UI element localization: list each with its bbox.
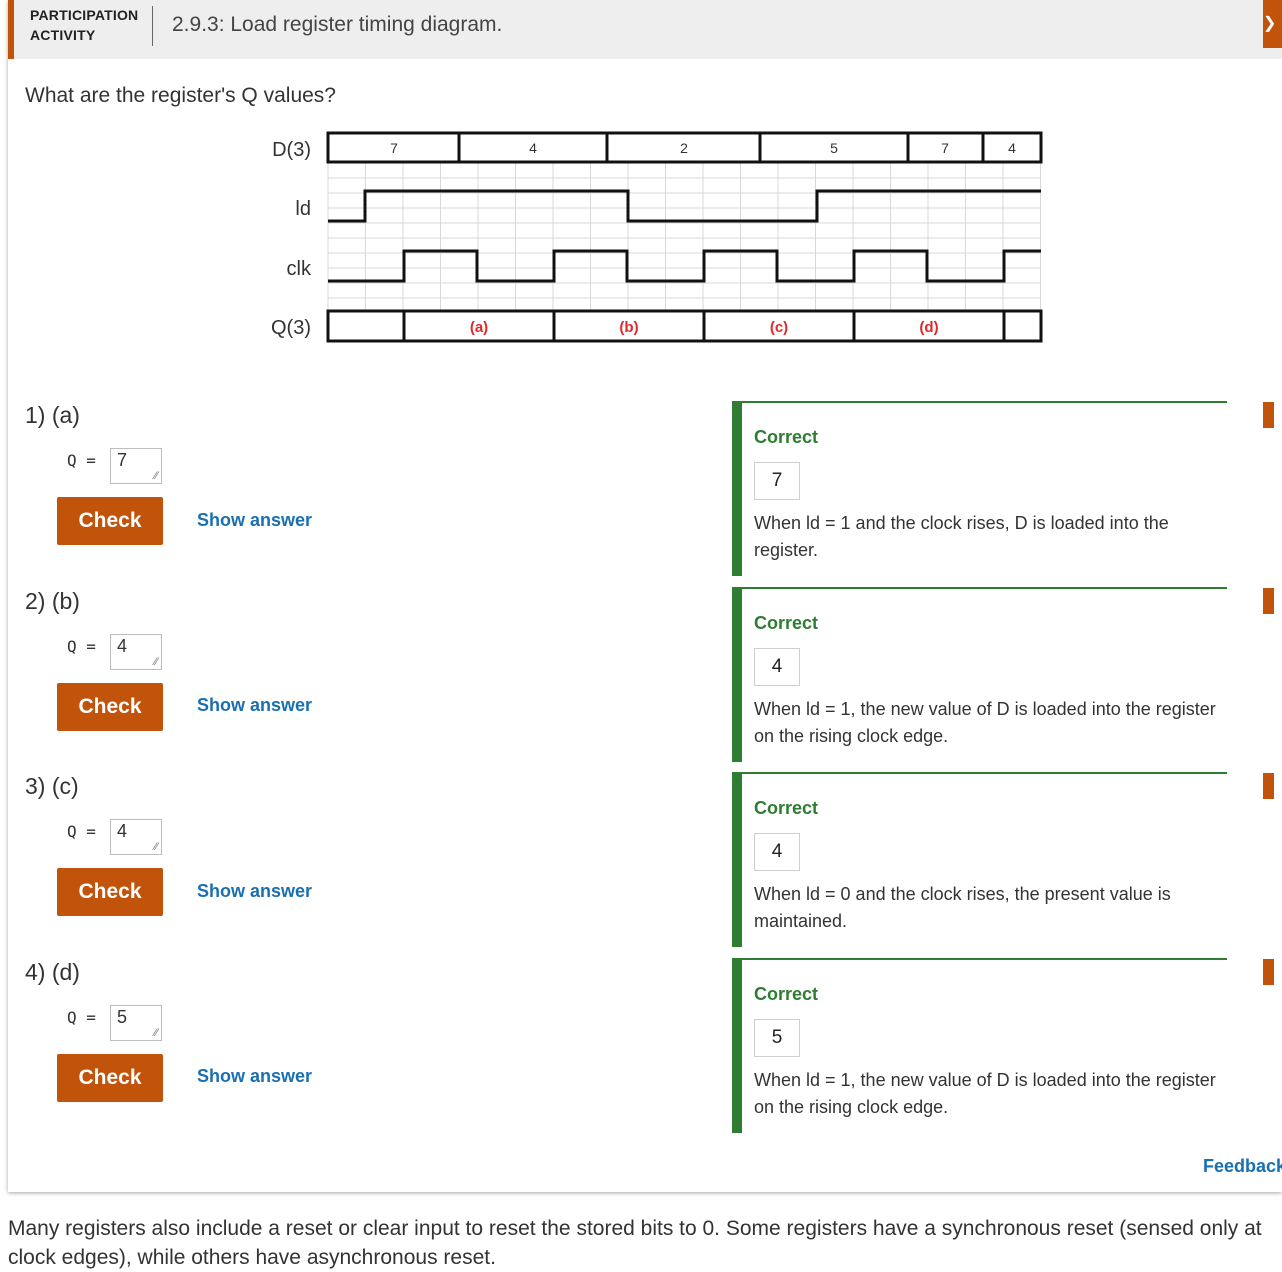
input-value: 4 <box>117 821 128 841</box>
question-marker-icon <box>1263 959 1274 985</box>
feedback-explanation: When ld = 1 and the clock rises, D is lo… <box>754 513 1169 560</box>
feedback-explanation: When ld = 0 and the clock rises, the pre… <box>754 884 1171 931</box>
resize-grip-icon[interactable]: ⁄⁄ <box>154 657 158 668</box>
feedback-status: Correct <box>754 984 819 1004</box>
signal-label-q: Q(3) <box>271 317 311 339</box>
q-answer-input[interactable]: 7 ⁄⁄ <box>110 448 162 484</box>
d-value: 5 <box>830 140 838 156</box>
input-value: 5 <box>117 1007 128 1027</box>
check-button[interactable]: Check <box>57 1054 163 1102</box>
feedback-panel: Correct 4 When ld = 1, the new value of … <box>732 587 1227 762</box>
q-equals-label: Q = <box>67 822 96 841</box>
input-value: 4 <box>117 636 128 656</box>
d-value: 2 <box>680 140 688 156</box>
feedback-status: Correct <box>754 613 819 633</box>
q-equals-label: Q = <box>67 1008 96 1027</box>
resize-grip-icon[interactable]: ⁄⁄ <box>154 842 158 853</box>
q-equals-label: Q = <box>67 451 96 470</box>
feedback-answer: 5 <box>754 1019 800 1057</box>
question-2-label: 2) (b) <box>25 588 80 615</box>
question-3-label: 3) (c) <box>25 773 79 800</box>
question-1-label: 1) (a) <box>25 402 80 429</box>
d-value: 7 <box>390 140 398 156</box>
d-value: 4 <box>529 140 537 156</box>
diagram-grid <box>327 162 1041 311</box>
q-answer-input[interactable]: 5 ⁄⁄ <box>110 1005 162 1041</box>
feedback-panel: Correct 5 When ld = 1, the new value of … <box>732 958 1227 1133</box>
question-marker-icon <box>1263 588 1274 614</box>
show-answer-link[interactable]: Show answer <box>197 695 312 716</box>
d-value: 7 <box>941 140 949 156</box>
show-answer-link[interactable]: Show answer <box>197 1066 312 1087</box>
feedback-panel: Correct 4 When ld = 0 and the clock rise… <box>732 772 1227 947</box>
signal-label-d: D(3) <box>272 139 311 161</box>
feedback-status: Correct <box>754 798 819 818</box>
question-number: 3) <box>25 773 46 799</box>
question-part: (d) <box>51 959 80 985</box>
q-label: (d) <box>919 319 938 336</box>
feedback-explanation: When ld = 1, the new value of D is loade… <box>754 699 1216 746</box>
clk-waveform <box>328 249 1041 283</box>
resize-grip-icon[interactable]: ⁄⁄ <box>154 471 158 482</box>
q-answer-input[interactable]: 4 ⁄⁄ <box>110 634 162 670</box>
question-marker-icon <box>1263 402 1274 428</box>
question-part: (b) <box>51 588 80 614</box>
show-answer-link[interactable]: Show answer <box>197 881 312 902</box>
d-value: 4 <box>1008 140 1016 156</box>
question-part: (a) <box>51 402 80 428</box>
resize-grip-icon[interactable]: ⁄⁄ <box>154 1028 158 1039</box>
feedback-explanation: When ld = 1, the new value of D is loade… <box>754 1070 1216 1117</box>
question-marker-icon <box>1263 773 1274 799</box>
q-label: (a) <box>470 319 488 336</box>
feedback-panel: Correct 7 When ld = 1 and the clock rise… <box>732 401 1227 576</box>
feedback-answer: 4 <box>754 648 800 686</box>
feedback-status: Correct <box>754 427 819 447</box>
q-answer-input[interactable]: 4 ⁄⁄ <box>110 819 162 855</box>
check-button[interactable]: Check <box>57 683 163 731</box>
input-value: 7 <box>117 450 128 470</box>
q-label: (b) <box>619 319 638 336</box>
question-4-label: 4) (d) <box>25 959 80 986</box>
check-button[interactable]: Check <box>57 497 163 545</box>
q-equals-label: Q = <box>67 637 96 656</box>
signal-label-ld: ld <box>295 198 311 220</box>
signal-label-clk: clk <box>287 258 312 280</box>
timing-diagram: D(3) ld clk Q(3) 7 4 2 5 7 4 (a) (b) (c)… <box>271 131 1043 343</box>
question-number: 1) <box>25 402 46 428</box>
show-answer-link[interactable]: Show answer <box>197 510 312 531</box>
body-paragraph: Many registers also include a reset or c… <box>8 1217 1262 1269</box>
ld-waveform <box>328 189 1041 223</box>
check-button[interactable]: Check <box>57 868 163 916</box>
question-number: 2) <box>25 588 46 614</box>
feedback-answer: 4 <box>754 833 800 871</box>
feedback-answer: 7 <box>754 462 800 500</box>
feedback-link[interactable]: Feedback <box>1203 1156 1282 1177</box>
question-part: (c) <box>51 773 79 799</box>
question-number: 4) <box>25 959 46 985</box>
q-label: (c) <box>770 319 788 336</box>
